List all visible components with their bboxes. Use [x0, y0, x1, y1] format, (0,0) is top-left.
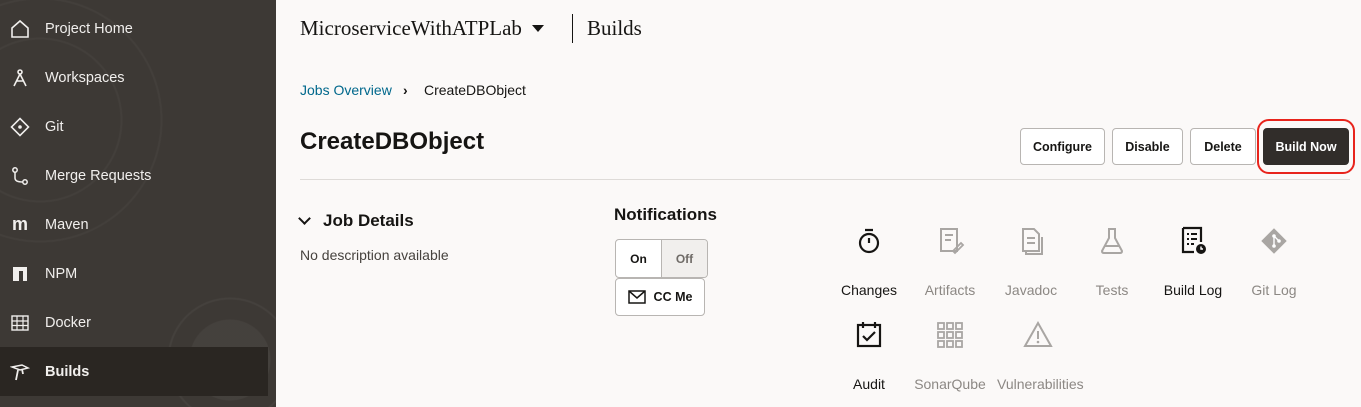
flask-icon: [1100, 228, 1124, 254]
header-divider: [572, 14, 573, 43]
sidebar-item-label: Git: [45, 118, 64, 135]
action-label: Tests: [1095, 282, 1129, 298]
delete-button[interactable]: Delete: [1190, 128, 1256, 165]
breadcrumb-current: CreateDBObject: [424, 82, 526, 98]
action-label: Changes: [840, 282, 898, 298]
sidebar-item-docker[interactable]: Docker: [0, 298, 268, 347]
cc-me-button[interactable]: CC Me: [615, 278, 705, 316]
sidebar-item-maven[interactable]: m Maven: [0, 200, 268, 249]
sidebar-item-git[interactable]: Git: [0, 102, 268, 151]
job-description: No description available: [300, 247, 449, 263]
workspace-icon: [10, 68, 30, 88]
changes-action[interactable]: Changes: [828, 226, 910, 316]
configure-button[interactable]: Configure: [1020, 128, 1105, 165]
sidebar-item-npm[interactable]: NPM: [0, 249, 268, 298]
page-title: CreateDBObject: [300, 128, 485, 155]
sonarqube-action: SonarQube: [909, 320, 991, 407]
maven-icon: m: [11, 214, 28, 234]
build-log-action[interactable]: Build Log: [1152, 226, 1234, 316]
grid-icon: [937, 322, 963, 348]
action-label: Build Log: [1163, 282, 1223, 298]
sidebar-item-merge-requests[interactable]: Merge Requests: [0, 151, 268, 200]
home-icon: [10, 19, 30, 39]
git-icon: [10, 116, 30, 137]
npm-icon: [10, 264, 30, 284]
notifications-heading: Notifications: [614, 205, 717, 224]
sidebar-item-project-home[interactable]: Project Home: [0, 4, 268, 53]
sidebar-item-label: NPM: [45, 265, 78, 282]
mail-icon: [627, 290, 646, 304]
action-label: Javadoc: [1004, 282, 1058, 298]
sidebar-item-label: Merge Requests: [45, 167, 152, 184]
divider: [300, 179, 1350, 180]
merge-request-icon: [10, 166, 30, 186]
artifacts-action: Artifacts: [909, 226, 991, 316]
project-name: MicroserviceWithATPLab: [300, 16, 522, 40]
docker-icon: [10, 313, 30, 333]
vulnerabilities-action: Vulnerabilities: [997, 320, 1084, 407]
stopwatch-icon: [858, 228, 880, 254]
javadoc-icon: [1022, 228, 1043, 255]
audit-action[interactable]: Audit: [828, 320, 910, 407]
sidebar: Project Home Workspaces Git Merge Reques…: [0, 0, 276, 407]
breadcrumb-jobs-overview[interactable]: Jobs Overview: [300, 82, 392, 98]
cc-me-label: CC Me: [653, 290, 693, 304]
disable-button[interactable]: Disable: [1112, 128, 1183, 165]
action-label: Artifacts: [924, 282, 976, 298]
git-log-icon: [1261, 228, 1287, 254]
warning-icon: [1023, 320, 1053, 347]
git-log-action: Git Log: [1233, 226, 1315, 316]
tests-action: Tests: [1071, 226, 1153, 316]
notifications-off-button[interactable]: Off: [661, 240, 707, 277]
job-details-heading[interactable]: Job Details: [323, 211, 414, 231]
sidebar-item-label: Workspaces: [45, 69, 125, 86]
sidebar-item-label: Docker: [45, 314, 91, 331]
calendar-check-icon: [856, 322, 882, 348]
sidebar-item-builds[interactable]: Builds: [0, 347, 268, 396]
chevron-down-icon: [531, 25, 544, 32]
sidebar-item-workspaces[interactable]: Workspaces: [0, 53, 268, 102]
action-label: Vulnerabilities: [997, 376, 1084, 392]
builds-icon: [10, 362, 30, 382]
build-log-icon: [1181, 226, 1206, 254]
chevron-right-icon: ›: [403, 82, 408, 98]
action-label: Git Log: [1251, 282, 1297, 298]
highlight-ring: [1257, 119, 1355, 174]
chevron-down-icon[interactable]: [298, 212, 311, 225]
action-label: Audit: [853, 376, 885, 392]
sidebar-item-label: Builds: [45, 363, 90, 380]
javadoc-action: Javadoc: [990, 226, 1072, 316]
project-selector[interactable]: MicroserviceWithATPLab: [300, 16, 544, 41]
notifications-toggle: On Off: [615, 239, 708, 278]
notifications-on-button[interactable]: On: [616, 240, 661, 277]
action-label: SonarQube: [914, 376, 986, 392]
sidebar-item-label: Maven: [45, 216, 89, 233]
artifacts-icon: [940, 228, 965, 255]
sidebar-item-label: Project Home: [45, 20, 133, 37]
page-section-title: Builds: [587, 16, 642, 40]
